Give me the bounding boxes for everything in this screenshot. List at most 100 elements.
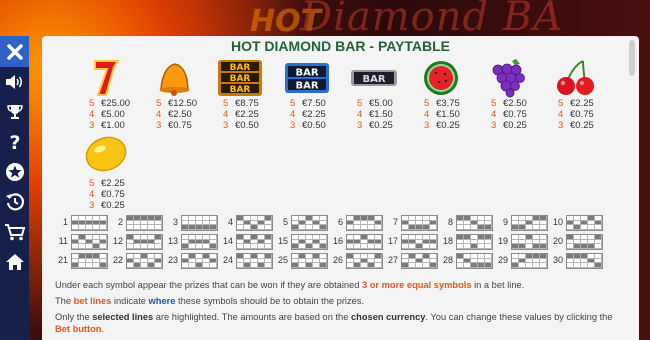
svg-text:?: ? [9,132,20,152]
bet-line-number: 12 [112,236,123,246]
svg-text:BAR: BAR [230,63,251,73]
page-title: HOT DIAMOND BAR - PAYTABLE [230,38,451,54]
bet-line-grid [291,253,328,269]
bet-line: 27 [386,253,438,269]
bet-line: 21 [56,253,108,269]
bet-line-grid [126,234,163,250]
svg-text:BAR: BAR [295,81,318,92]
single-bar-icon: BAR [351,70,397,86]
bet-line-number: 24 [222,255,233,265]
bet-line-number: 30 [552,255,563,265]
sound-button[interactable] [0,67,29,97]
history-button[interactable] [0,187,29,217]
bell-icon [159,63,190,96]
bet-line-number: 20 [552,236,563,246]
bet-line-grid [401,234,438,250]
pays-bell: 5 €12.50 4 €2.50 3 €0.75 [156,98,198,131]
bet-line-grid [236,215,273,231]
star-icon [5,163,24,181]
bet-line-number: 19 [497,236,508,246]
pays-double-bar: 5 €7.50 4 €2.25 3 €0.50 [290,98,326,131]
bet-line-number: 1 [62,217,68,227]
bet-line-grid [71,253,108,269]
bet-line-number: 9 [502,217,508,227]
bet-line-number: 6 [337,217,343,227]
background-logo-title: Diamond BA [300,0,564,40]
bet-line-grid [401,215,438,231]
bet-line-grid [181,234,218,250]
bet-line: 16 [331,234,383,250]
home-button[interactable] [0,247,29,277]
bet-line-grid [126,253,163,269]
bet-line-grid [181,215,218,231]
triple-bar-icon: BAR BAR BAR [218,60,262,96]
svg-text:BAR: BAR [295,68,318,79]
close-icon [6,43,23,60]
bet-line-grid [346,234,383,250]
bet-line-grid [291,234,328,250]
trophy-button[interactable] [0,97,29,127]
bet-line-number: 4 [227,217,233,227]
bet-line: 10 [551,215,603,231]
home-icon [5,254,24,270]
bet-line-grid [566,234,603,250]
bet-line-number: 7 [392,217,398,227]
bet-line: 12 [111,234,163,250]
bet-line: 13 [166,234,218,250]
seven-icon [94,60,120,96]
history-icon [5,193,24,211]
bet-line-number: 3 [172,217,178,227]
bet-line-grid [566,215,603,231]
cart-button[interactable] [0,217,29,247]
bet-line-grid [566,253,603,269]
bet-line-number: 10 [552,217,563,227]
bet-line: 11 [56,234,108,250]
bet-line: 6 [331,215,383,231]
bet-line: 2 [111,215,163,231]
info-paragraph-2: The bet lines indicate where these symbo… [55,296,365,306]
info-paragraph-1: Under each symbol appear the prizes that… [55,280,525,290]
cart-icon [4,224,25,241]
bet-line-grid [181,253,218,269]
bet-line: 19 [496,234,548,250]
cherries-icon [557,60,594,95]
bet-line: 8 [441,215,493,231]
bet-line: 1 [56,215,108,231]
bet-line: 20 [551,234,603,250]
lemon-icon [85,136,127,172]
bet-line-grid [456,234,493,250]
bet-line-grid [236,253,273,269]
bet-line-grid [236,234,273,250]
bet-line-grid [71,215,108,231]
pays-grapes: 5 €2.50 4 €0.75 3 €0.25 [491,98,527,131]
close-button[interactable] [0,36,29,67]
bet-line-grid [511,234,548,250]
info-paragraph-3: Only the selected lines are highlighted.… [55,312,613,334]
bet-line: 29 [496,253,548,269]
bet-line: 7 [386,215,438,231]
bet-line: 9 [496,215,548,231]
bet-line-number: 22 [112,255,123,265]
bet-line-number: 25 [277,255,288,265]
favorites-button[interactable] [0,157,29,187]
bet-line-grid [346,253,383,269]
bet-line: 5 [276,215,328,231]
paytable-panel: HOT DIAMOND BAR - PAYTABLE BAR BAR BAR B… [42,36,639,340]
bet-line-number: 21 [57,255,68,265]
bet-line-number: 17 [387,236,398,246]
bet-line-grid [456,215,493,231]
bet-line: 24 [221,253,273,269]
bet-line-number: 2 [117,217,123,227]
bet-line-grid [291,215,328,231]
watermelon-icon [424,61,458,95]
bet-line-number: 26 [332,255,343,265]
bet-line-number: 27 [387,255,398,265]
bet-line-grid [511,253,548,269]
trophy-icon [6,105,23,119]
bet-line-number: 16 [332,236,343,246]
bet-line: 26 [331,253,383,269]
pays-cherries: 5 €2.25 4 €0.75 3 €0.25 [558,98,594,131]
help-button[interactable]: ? [0,127,29,157]
bet-line: 3 [166,215,218,231]
bet-line: 17 [386,234,438,250]
